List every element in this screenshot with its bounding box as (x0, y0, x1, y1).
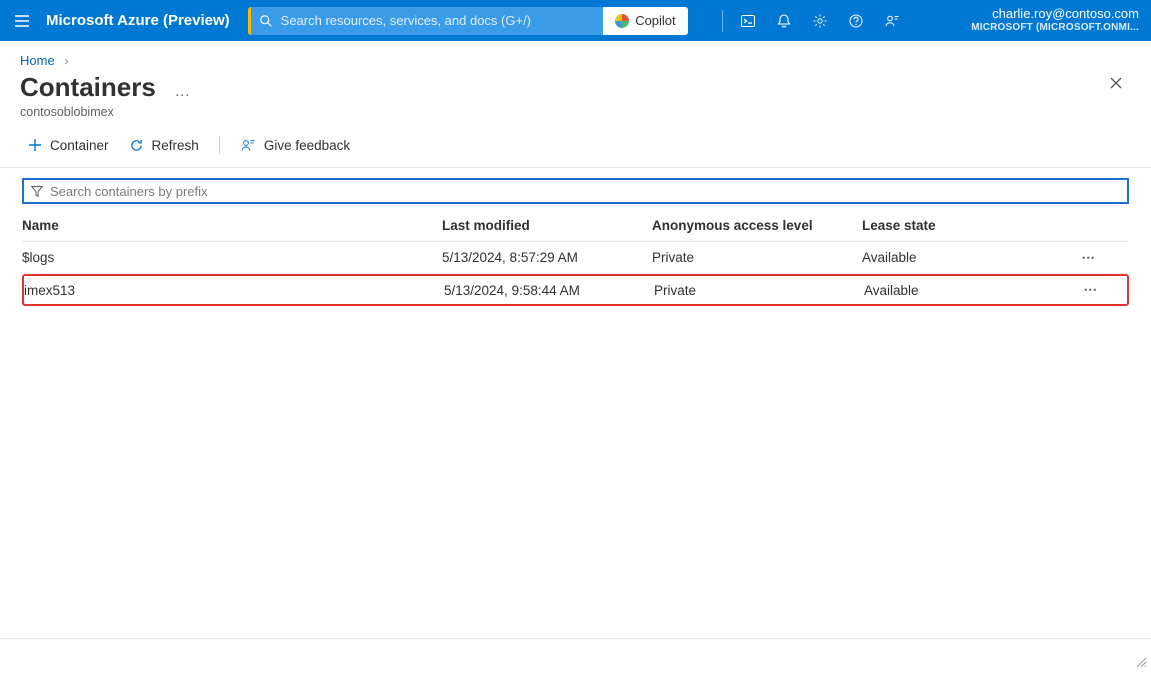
copilot-icon (615, 14, 629, 28)
feedback-icon (240, 137, 256, 153)
account-org: MICROSOFT (MICROSOFT.ONMI... (971, 22, 1139, 34)
cell-lease: Available (864, 283, 1044, 298)
col-lease[interactable]: Lease state (862, 218, 1042, 233)
filter-row (0, 168, 1151, 210)
resize-handle[interactable] (1135, 655, 1147, 673)
account-email: charlie.roy@contoso.com (971, 7, 1139, 22)
add-container-label: Container (50, 138, 109, 153)
col-last-modified[interactable]: Last modified (442, 218, 652, 233)
page-more-button[interactable]: … (174, 83, 191, 101)
settings-button[interactable] (803, 4, 837, 38)
search-icon (259, 14, 273, 28)
copilot-button[interactable]: Copilot (603, 7, 687, 35)
chevron-right-icon: › (64, 53, 68, 68)
bottom-divider (0, 638, 1151, 639)
help-button[interactable] (839, 4, 873, 38)
cell-lease: Available (862, 250, 1042, 265)
cell-access: Private (652, 250, 862, 265)
brand-label[interactable]: Microsoft Azure (Preview) (46, 12, 230, 29)
table-row[interactable]: $logs5/13/2024, 8:57:29 AMPrivateAvailab… (22, 242, 1129, 274)
help-icon (848, 13, 864, 29)
breadcrumb: Home › (0, 41, 1151, 72)
table-row[interactable]: imex5135/13/2024, 9:58:44 AMPrivateAvail… (22, 274, 1129, 306)
feedback-button[interactable] (875, 4, 909, 38)
cloud-shell-icon (740, 13, 756, 29)
bell-icon (776, 13, 792, 29)
row-context-button[interactable]: ⋯ (1082, 250, 1103, 266)
topbar-icon-group (716, 4, 909, 38)
command-separator (219, 136, 220, 154)
table-header: Name Last modified Anonymous access leve… (22, 210, 1129, 242)
topbar-separator (722, 10, 723, 32)
menu-toggle-button[interactable] (6, 5, 38, 37)
add-container-button[interactable]: Container (20, 134, 117, 157)
table-body: $logs5/13/2024, 8:57:29 AMPrivateAvailab… (22, 242, 1129, 306)
refresh-button[interactable]: Refresh (121, 134, 207, 157)
cell-last-modified: 5/13/2024, 9:58:44 AM (444, 283, 654, 298)
gear-icon (812, 13, 828, 29)
give-feedback-label: Give feedback (264, 138, 350, 153)
hamburger-icon (14, 13, 30, 29)
containers-table: Name Last modified Anonymous access leve… (0, 210, 1151, 306)
global-search-input[interactable] (281, 7, 604, 35)
cloud-shell-button[interactable] (731, 4, 765, 38)
col-access[interactable]: Anonymous access level (652, 218, 862, 233)
col-name[interactable]: Name (22, 218, 442, 233)
plus-icon (28, 138, 42, 152)
copilot-label: Copilot (635, 13, 675, 28)
cell-name: imex513 (24, 283, 444, 298)
resize-icon (1135, 656, 1147, 668)
feedback-person-icon (884, 13, 900, 29)
cell-name: $logs (22, 250, 442, 265)
account-block[interactable]: charlie.roy@contoso.com MICROSOFT (MICRO… (955, 7, 1139, 33)
row-context-button[interactable]: ⋯ (1084, 282, 1105, 298)
filter-icon (30, 184, 44, 198)
close-icon (1109, 76, 1123, 90)
refresh-label: Refresh (152, 138, 199, 153)
command-bar: Container Refresh Give feedback (0, 127, 1151, 168)
refresh-icon (129, 138, 144, 153)
global-search[interactable]: Copilot (248, 7, 688, 35)
page-subtitle: contosoblobimex (0, 105, 1151, 127)
give-feedback-button[interactable]: Give feedback (232, 133, 358, 157)
filter-input[interactable] (50, 184, 1121, 199)
page-title: Containers (20, 72, 156, 103)
filter-box[interactable] (22, 178, 1129, 204)
cell-last-modified: 5/13/2024, 8:57:29 AM (442, 250, 652, 265)
breadcrumb-home[interactable]: Home (20, 53, 55, 68)
notifications-button[interactable] (767, 4, 801, 38)
azure-topbar: Microsoft Azure (Preview) Copilot charli… (0, 0, 1151, 41)
cell-access: Private (654, 283, 864, 298)
page-header: Containers … (0, 72, 1151, 105)
close-blade-button[interactable] (1109, 76, 1123, 95)
